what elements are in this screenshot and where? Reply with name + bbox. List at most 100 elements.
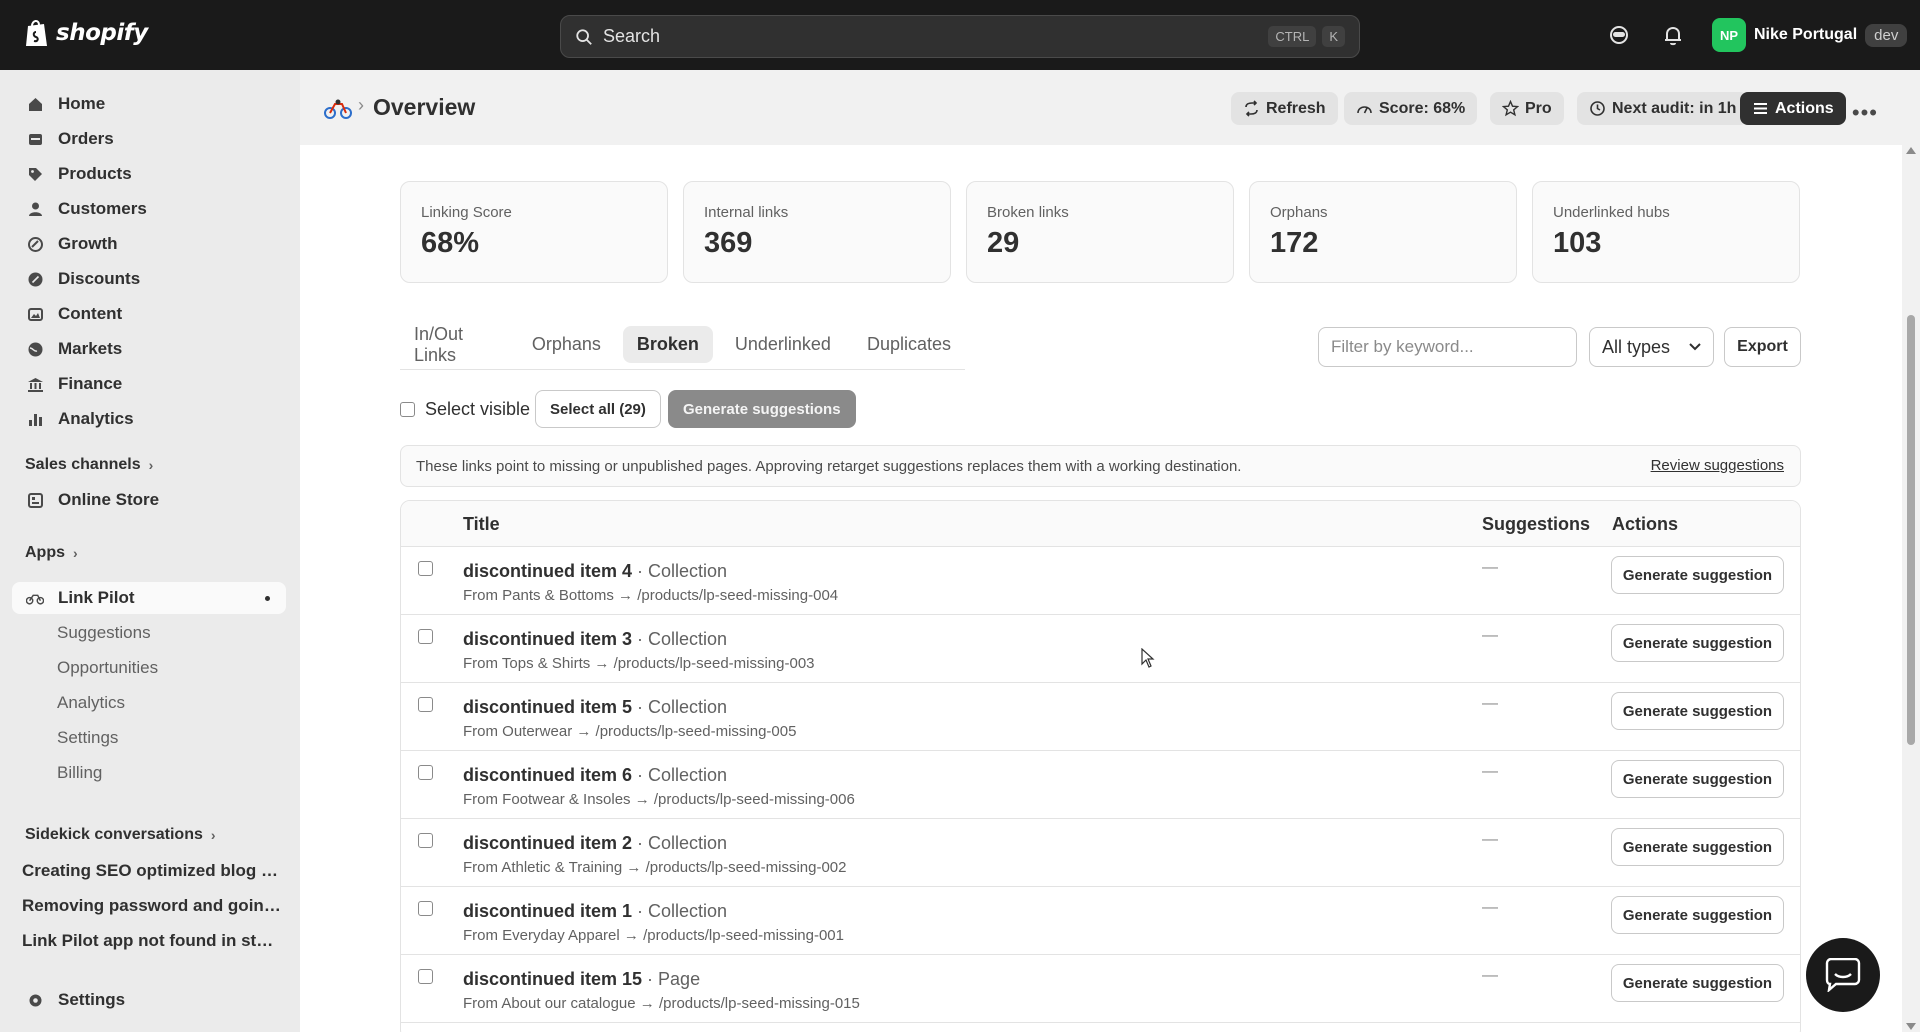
sidebar-item-customers[interactable]: Customers [12,193,286,225]
sidebar-subitem-settings[interactable]: Settings [57,728,118,748]
tab-broken[interactable]: Broken [622,326,713,363]
generate-suggestion-button[interactable]: Generate suggestion [1611,828,1784,866]
page-scrollbar[interactable] [1902,145,1920,1032]
row-checkbox[interactable] [418,629,433,644]
conversation-item[interactable]: Creating SEO optimized blog p... [22,861,282,881]
sidebar-item-label: Markets [58,339,123,358]
scroll-up-arrow-icon[interactable] [1906,147,1916,154]
scrollbar-thumb[interactable] [1907,315,1915,745]
conversation-item[interactable]: Removing password and going... [22,896,282,916]
apps-section[interactable]: Apps › [25,544,78,562]
pro-label: Pro [1525,99,1552,117]
keyword-filter-input[interactable] [1318,327,1577,367]
row-type: · Page [642,969,701,989]
row-checkbox[interactable] [418,901,433,916]
row-source: From Tops & Shirts → /products/lp-seed-m… [463,655,815,672]
row-title-text[interactable]: discontinued item 15 [463,969,642,989]
row-title-text[interactable]: discontinued item 3 [463,629,632,649]
row-title-text[interactable]: discontinued item 1 [463,901,632,921]
avatar: NP [1712,18,1746,52]
chevron-right-icon: › [73,545,78,561]
row-source: From Footwear & Insoles → /products/lp-s… [463,791,855,808]
tab-orphans[interactable]: Orphans [518,326,615,363]
sidebar-item-settings[interactable]: Settings [12,984,286,1016]
sidekick-icon[interactable] [1608,24,1630,46]
refresh-button[interactable]: Refresh [1231,92,1338,125]
generate-suggestions-button[interactable]: Generate suggestions [668,390,856,428]
chevron-right-icon: › [148,457,154,473]
row-title: discontinued item 5 · Collection [463,697,727,718]
next-audit-button[interactable]: Next audit: in 1h [1577,92,1749,125]
sidebar-item-discounts[interactable]: Discounts [12,263,286,295]
sidekick-conversations-section[interactable]: Sidekick conversations › [25,826,216,844]
type-select[interactable]: All types [1589,327,1714,367]
sidebar-item-products[interactable]: Products [12,158,286,190]
tab-duplicates[interactable]: Duplicates [853,326,965,363]
sidebar-item-link-pilot[interactable]: Link Pilot [12,582,286,614]
sidebar-item-home[interactable]: Home [12,88,286,120]
row-title-text[interactable]: discontinued item 6 [463,765,632,785]
table-row: discontinued item 1 · Collection From Ev… [401,887,1800,955]
row-checkbox[interactable] [418,697,433,712]
sidebar-subitem-analytics[interactable]: Analytics [57,693,125,713]
tab-underlinked[interactable]: Underlinked [721,326,845,363]
person-icon [26,200,44,218]
tab-in-out-links[interactable]: In/Out Links [400,316,510,374]
metric-label: Orphans [1270,204,1328,221]
user-menu[interactable]: NP Nike Portugal dev [1712,18,1908,52]
select-all-button[interactable]: Select all (29) [535,390,661,428]
row-checkbox[interactable] [418,561,433,576]
actions-button[interactable]: Actions [1740,92,1846,125]
select-visible-checkbox[interactable] [400,401,415,417]
row-title-text[interactable]: discontinued item 5 [463,697,632,717]
generate-suggestion-button[interactable]: Generate suggestion [1611,896,1784,934]
score-button[interactable]: Score: 68% [1344,92,1478,125]
select-visible-label[interactable]: Select visible [425,399,530,420]
breadcrumb-chevron-icon: › [358,95,364,115]
generate-suggestion-button[interactable]: Generate suggestion [1611,964,1784,1002]
sidebar-item-analytics[interactable]: Analytics [12,403,286,435]
export-button[interactable]: Export [1724,327,1801,367]
row-title-text[interactable]: discontinued item 4 [463,561,632,581]
sidebar-subitem-billing[interactable]: Billing [57,763,102,783]
home-icon [26,95,44,113]
row-checkbox[interactable] [418,833,433,848]
generate-suggestion-button[interactable]: Generate suggestion [1611,556,1784,594]
more-options-icon[interactable]: ••• [1852,100,1878,126]
sidebar-item-online-store[interactable]: Online Store [12,484,286,516]
sidebar-item-label: Customers [58,199,147,218]
conversation-item[interactable]: Link Pilot app not found in store [22,931,282,951]
scroll-down-arrow-icon[interactable] [1906,1023,1916,1030]
shopify-logo[interactable]: shopify [24,18,148,48]
sidebar-item-label: Orders [58,129,114,148]
row-type: · Collection [632,833,728,853]
sidebar-item-finance[interactable]: Finance [12,368,286,400]
search-bar[interactable]: Search CTRL K [560,15,1360,58]
globe-icon [26,340,44,358]
row-title: discontinued item 6 · Collection [463,765,727,786]
generate-suggestion-button[interactable]: Generate suggestion [1611,692,1784,730]
table-row: discontinued item 3 · Collection From To… [401,615,1800,683]
sales-channels-section[interactable]: Sales channels › [25,456,153,474]
sidebar-subitem-opportunities[interactable]: Opportunities [57,658,158,678]
broken-links-table: Title Suggestions Actions discontinued i… [400,500,1801,1032]
row-title-text[interactable]: discontinued item 2 [463,833,632,853]
chat-support-button[interactable] [1806,938,1880,1012]
bell-icon[interactable] [1662,24,1684,46]
score-label: Score: 68% [1379,99,1466,117]
generate-suggestion-button[interactable]: Generate suggestion [1611,760,1784,798]
generate-suggestion-button[interactable]: Generate suggestion [1611,624,1784,662]
sidebar-item-growth[interactable]: Growth [12,228,286,260]
sidebar-item-content[interactable]: Content [12,298,286,330]
sidebar-subitem-suggestions[interactable]: Suggestions [57,623,151,643]
pro-button[interactable]: Pro [1490,92,1564,125]
store-icon [26,491,44,509]
sidebar-item-orders[interactable]: Orders [12,123,286,155]
link-pilot-app-icon[interactable] [324,98,352,120]
review-suggestions-link[interactable]: Review suggestions [1651,457,1784,474]
row-checkbox[interactable] [418,765,433,780]
sidebar-item-markets[interactable]: Markets [12,333,286,365]
store-name: Nike Portugal [1754,26,1858,43]
row-checkbox[interactable] [418,969,433,984]
metric-card-internal-links: Internal links 369 [683,181,951,283]
